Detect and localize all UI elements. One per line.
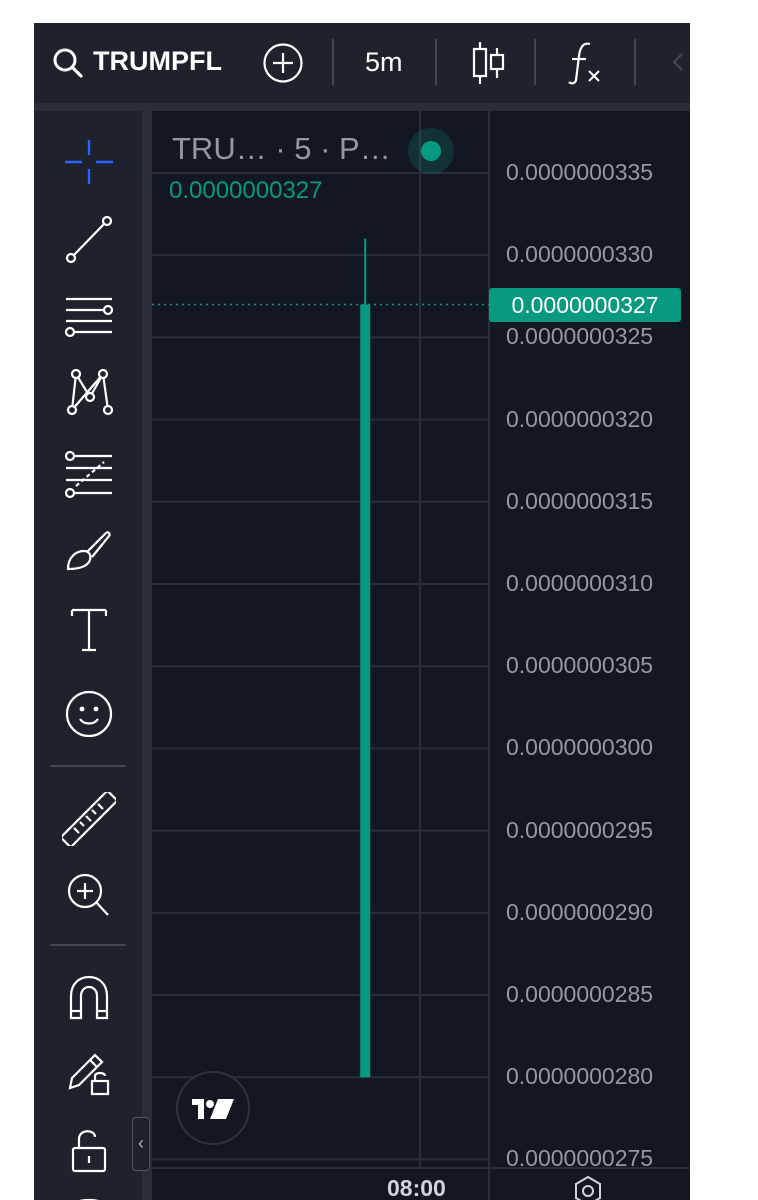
chart-settings-icon[interactable] [572,1175,604,1200]
back-arrow-icon[interactable] [668,50,688,74]
lock-drawings-icon[interactable] [62,1046,116,1100]
trend-line-icon[interactable] [62,212,116,266]
tradingview-logo[interactable] [176,1071,250,1145]
price-axis-label: 0.0000000275 [506,1145,654,1172]
candles-icon[interactable] [468,40,508,86]
last-price-tag: 0.0000000327 [489,287,681,322]
eye-icon[interactable] [62,1179,116,1200]
lock-icon[interactable] [62,1124,116,1178]
ruler-icon[interactable] [62,792,116,846]
crosshair-icon[interactable] [62,135,116,189]
interval-button[interactable]: 5m [365,47,403,78]
symbol-name: TRUMPFL [93,46,222,76]
zoom-in-icon[interactable] [62,868,116,922]
toolbar-divider [634,39,636,85]
price-axis-label: 0.0000000305 [506,652,654,679]
pattern-icon[interactable] [62,364,116,418]
sidebar-divider [50,765,126,767]
time-axis-label: 08:00 [387,1175,446,1200]
symbol-search-button[interactable]: TRUMPFL [52,41,252,85]
price-axis-label: 0.0000000290 [506,898,654,925]
emoji-icon[interactable] [62,687,116,741]
indicators-icon[interactable] [566,40,606,86]
price-axis-label: 0.0000000280 [506,1063,654,1090]
toolbar-divider [435,39,437,85]
drawing-toolbar [34,111,142,1200]
collapse-sidebar-button[interactable]: ‹ [132,1117,150,1171]
fib-icon[interactable] [62,448,116,502]
magnet-icon[interactable] [62,971,116,1025]
live-status-icon [408,128,454,174]
price-axis-label: 0.0000000310 [506,570,654,596]
legend-price: 0.0000000327 [169,177,323,204]
chart-app: TRUMPFL 5m ‹ TRU… · 5 · P… 0.0000000327 … [34,23,690,1200]
sidebar-border [142,111,152,1200]
top-toolbar: TRUMPFL 5m [34,23,690,103]
sidebar-divider [50,944,126,946]
add-symbol-icon[interactable] [262,42,304,84]
price-axis-label: 0.0000000330 [506,241,654,268]
price-axis-label: 0.0000000285 [506,981,654,1007]
legend-symbol[interactable]: TRU… · 5 · P… [172,131,391,167]
candle-body [360,304,371,1078]
brush-icon[interactable] [62,523,116,577]
chart-pane[interactable]: TRU… · 5 · P… 0.0000000327 0.0000000335 0… [152,111,690,1200]
price-axis-label: 0.0000000335 [506,159,654,185]
price-axis-label: 0.0000000295 [506,816,654,843]
price-axis-label: 0.0000000300 [506,734,654,761]
price-axis-label: 0.0000000315 [506,487,654,514]
price-axis-label: 0.0000000320 [506,405,654,432]
search-icon [53,48,83,78]
toolbar-divider [332,39,334,85]
text-icon[interactable] [62,603,116,657]
parallel-lines-icon[interactable] [62,289,116,343]
toolbar-divider [534,39,536,85]
toolbar-border [34,103,690,111]
price-axis-label: 0.0000000325 [506,323,654,350]
